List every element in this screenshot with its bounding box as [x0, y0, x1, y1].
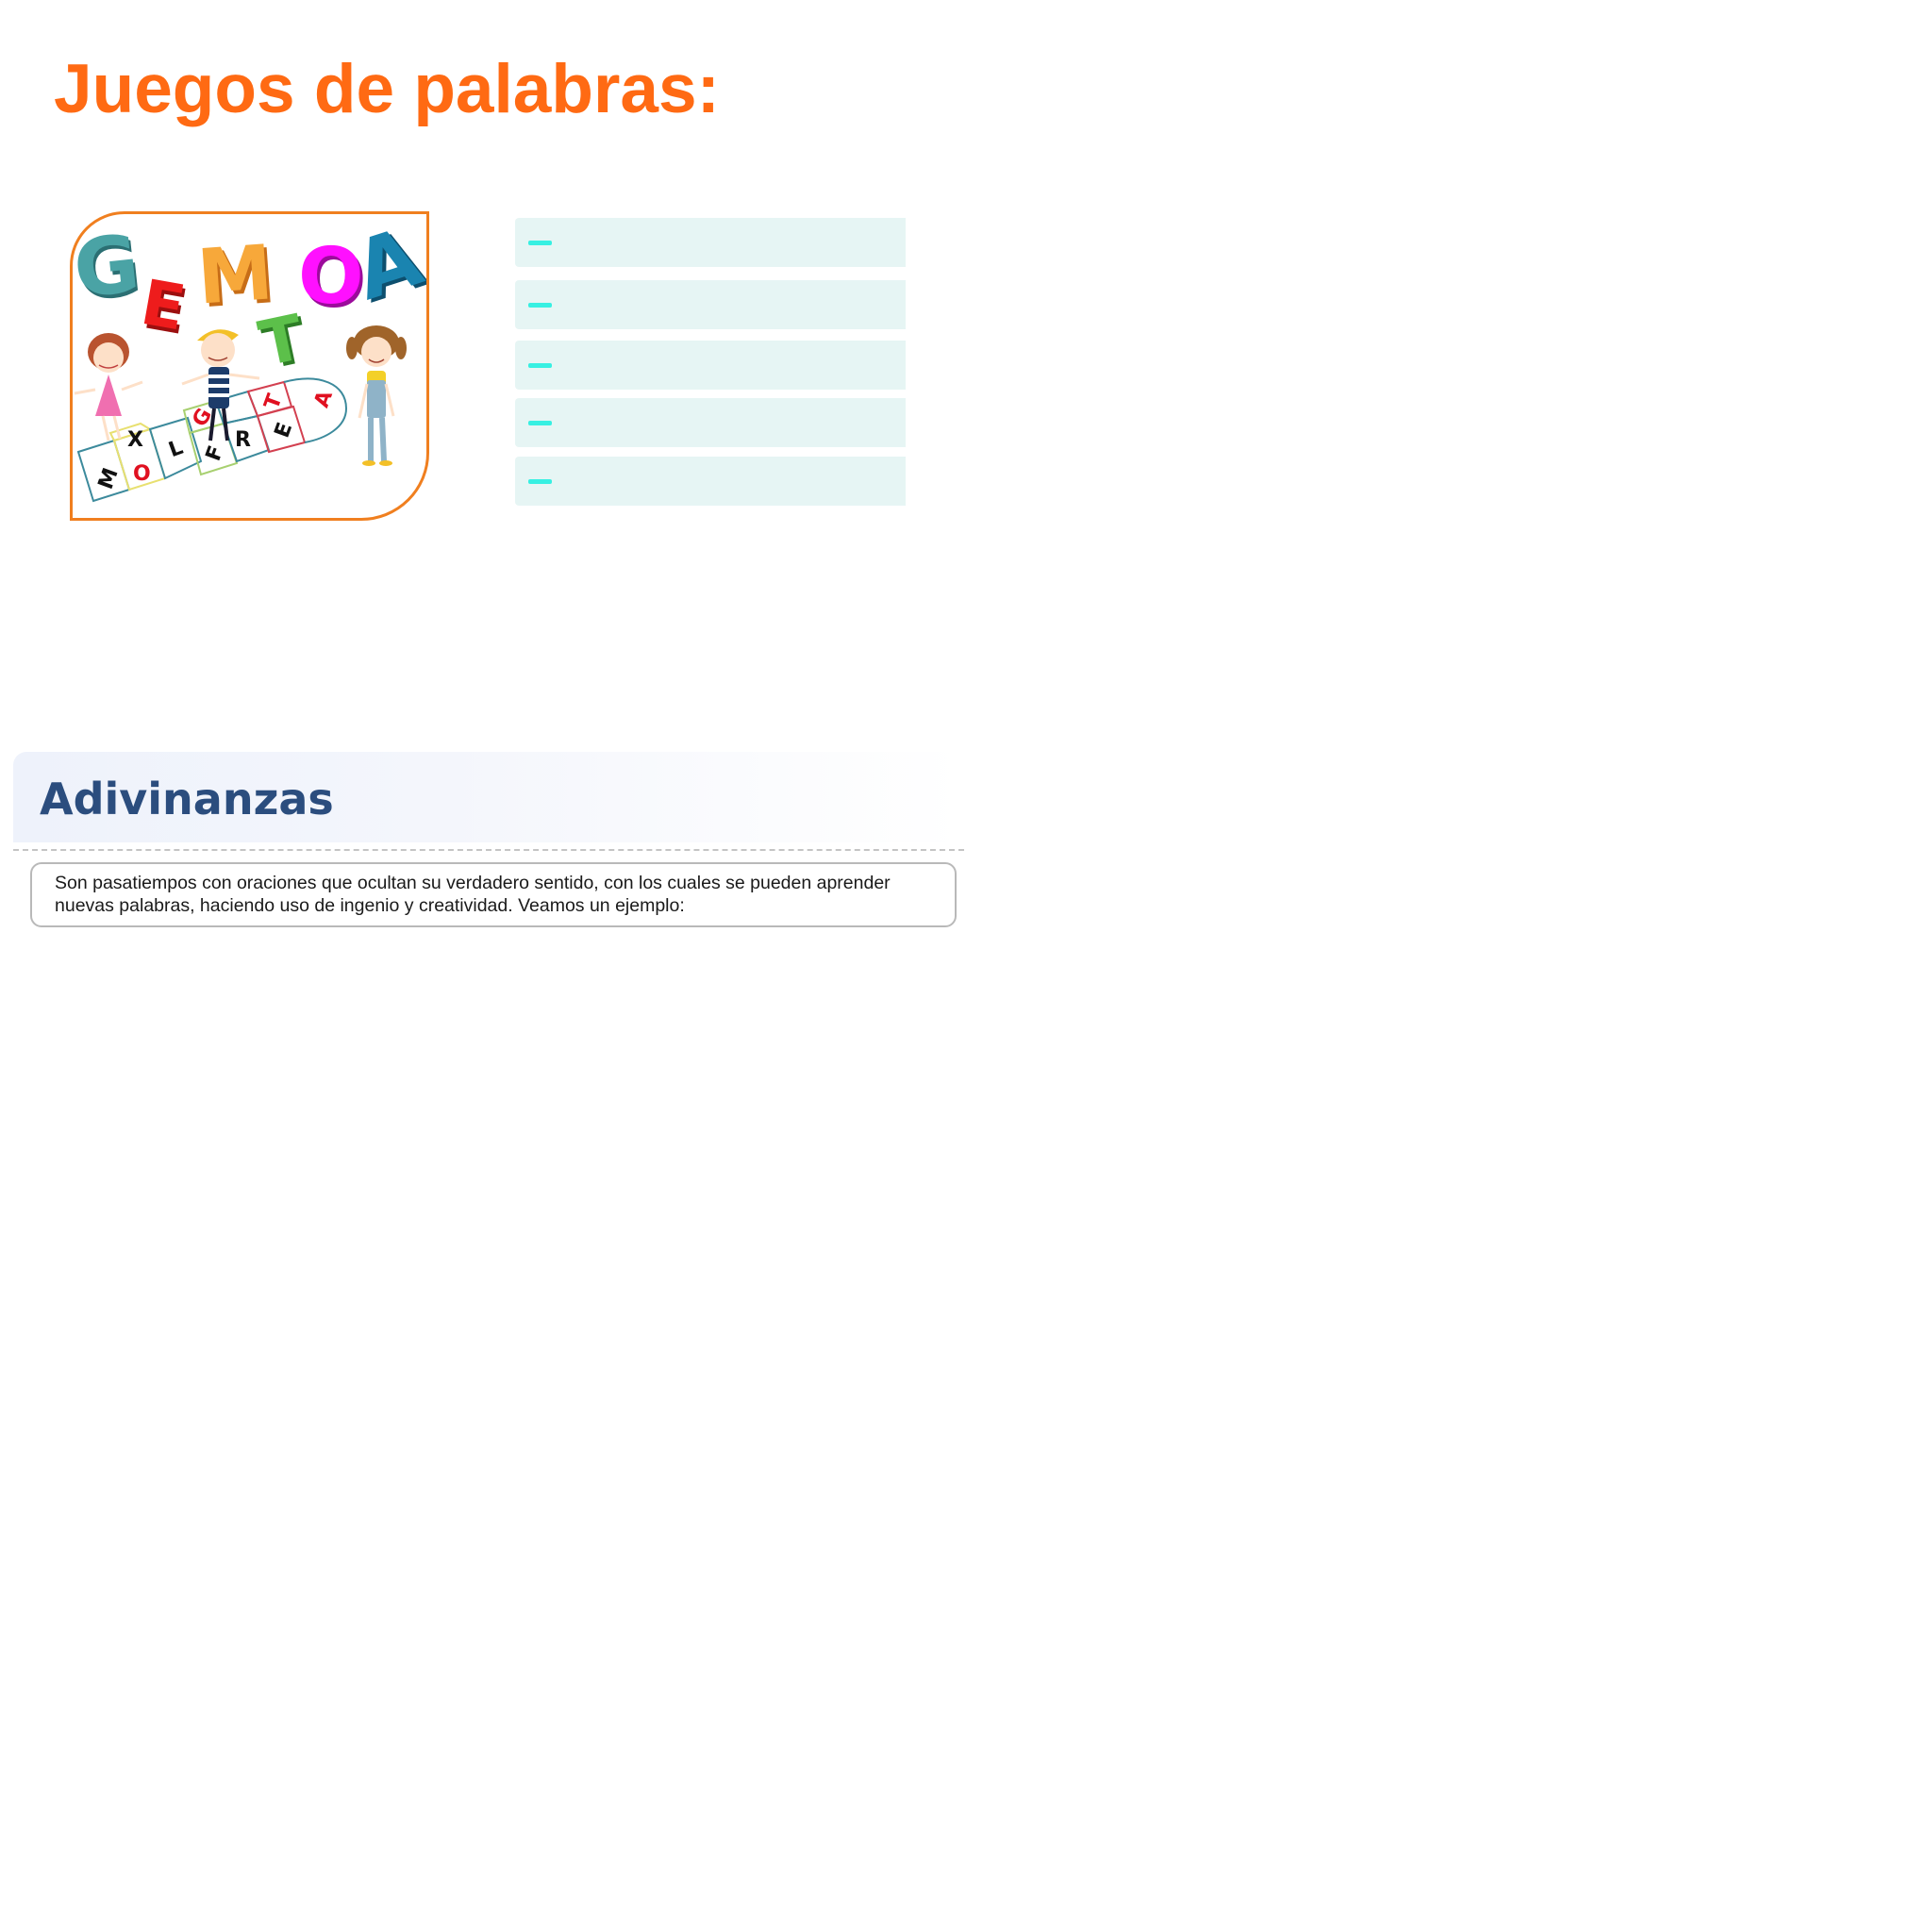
- page-title: Juegos de palabras:: [54, 51, 720, 127]
- definition-text: Son pasatiempos con oraciones que oculta…: [55, 873, 891, 916]
- list-item: [515, 218, 906, 267]
- girl-overalls-figure: [346, 325, 407, 466]
- dash-bullet-icon: [528, 363, 552, 368]
- hop-letter-a: A: [310, 388, 338, 411]
- hop-letter-l: L: [166, 436, 187, 462]
- section-title: Adivinanzas: [40, 774, 334, 824]
- dash-bullet-icon: [528, 421, 552, 425]
- girl-pink-figure: [74, 333, 143, 441]
- letter-g-face: G: [73, 217, 143, 316]
- list-item: [515, 280, 906, 329]
- list-item: [515, 457, 906, 506]
- list-item: [515, 341, 906, 390]
- hop-letter-e: E: [271, 420, 298, 441]
- dash-bullet-icon: [528, 303, 552, 308]
- dash-bullet-icon: [528, 241, 552, 245]
- list-item: [515, 398, 906, 447]
- hop-letter-t: T: [260, 391, 288, 413]
- hop-letter-x: X: [127, 428, 143, 452]
- dashed-divider: [13, 849, 964, 851]
- dash-bullet-icon: [528, 479, 552, 484]
- hop-letter-f: F: [202, 442, 229, 464]
- hop-letter-m: M: [94, 465, 124, 492]
- hop-letter-r: R: [235, 428, 251, 452]
- hop-letter-o: O: [133, 462, 151, 486]
- definition-box: Son pasatiempos con oraciones que oculta…: [30, 862, 957, 927]
- children-letters-illustration: G G E E M M T T O O A A M O X L F G R E …: [70, 211, 429, 521]
